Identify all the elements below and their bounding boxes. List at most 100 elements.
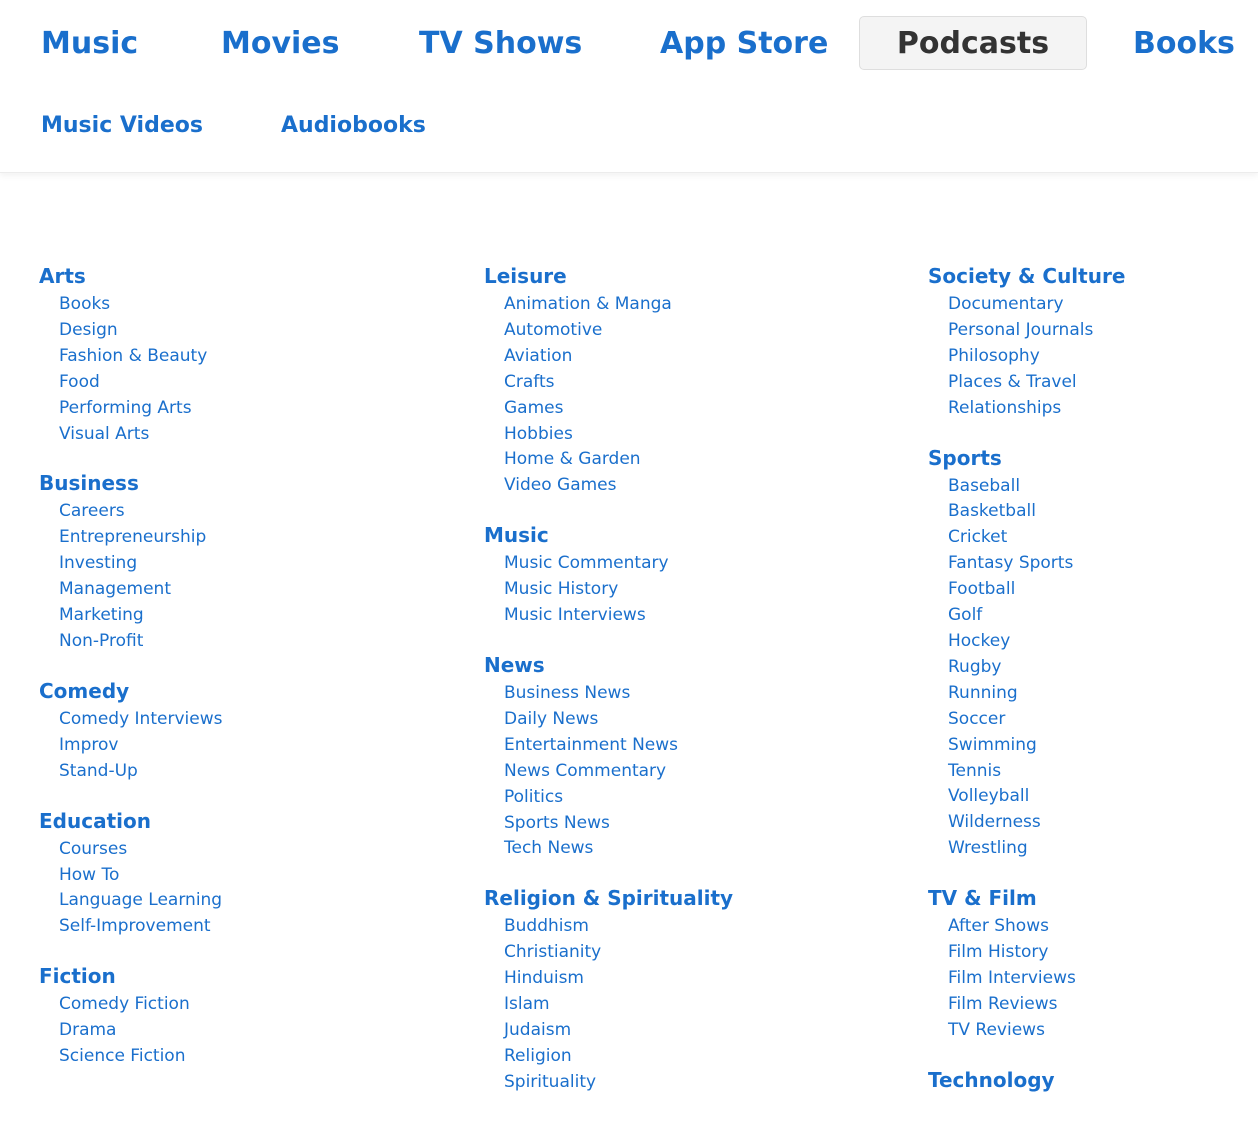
subgenre-link-fantasy-sports[interactable]: Fantasy Sports	[948, 551, 1125, 577]
subgenre-link-aviation[interactable]: Aviation	[504, 344, 733, 370]
subgenre-link-rugby[interactable]: Rugby	[948, 655, 1125, 681]
genre-link-comedy[interactable]: Comedy	[39, 677, 222, 705]
subgenre-link-entertainment-news[interactable]: Entertainment News	[504, 733, 733, 759]
subgenre-link-entrepreneurship[interactable]: Entrepreneurship	[59, 525, 222, 551]
subgenre-link-courses[interactable]: Courses	[59, 837, 222, 863]
subgenre-link-comedy-interviews[interactable]: Comedy Interviews	[59, 707, 222, 733]
subgenre-link-science-fiction[interactable]: Science Fiction	[59, 1044, 222, 1070]
subgenre-link-running[interactable]: Running	[948, 681, 1125, 707]
subgenre-link-politics[interactable]: Politics	[504, 785, 733, 811]
genre-link-music[interactable]: Music	[484, 521, 733, 549]
subgenre-link-improv[interactable]: Improv	[59, 733, 222, 759]
subgenre-link-careers[interactable]: Careers	[59, 499, 222, 525]
subgenre-link-personal-journals[interactable]: Personal Journals	[948, 318, 1125, 344]
nav-tab-music-videos[interactable]: Music Videos	[41, 113, 203, 139]
genre-link-education[interactable]: Education	[39, 807, 222, 835]
subgenre-list: Comedy Interviews Improv Stand-Up	[59, 707, 222, 785]
genre-link-fiction[interactable]: Fiction	[39, 962, 222, 990]
subgenre-link-relationships[interactable]: Relationships	[948, 396, 1125, 422]
subgenre-link-performing-arts[interactable]: Performing Arts	[59, 396, 222, 422]
subgenre-list: Business News Daily News Entertainment New…	[504, 681, 733, 862]
subgenre-link-islam[interactable]: Islam	[504, 992, 733, 1018]
subgenre-link-film-history[interactable]: Film History	[948, 940, 1125, 966]
subgenre-link-tennis[interactable]: Tennis	[948, 759, 1125, 785]
nav-tab-movies[interactable]: Movies	[221, 26, 340, 62]
subgenre-list: Books Design Fashion & Beauty Food Performin…	[59, 292, 222, 447]
genre-link-tv-and-film[interactable]: TV & Film	[928, 884, 1125, 912]
genre-link-sports[interactable]: Sports	[928, 444, 1125, 472]
subgenre-link-spirituality[interactable]: Spirituality	[504, 1070, 733, 1096]
nav-tab-audiobooks[interactable]: Audiobooks	[281, 113, 426, 139]
subgenre-link-tv-reviews[interactable]: TV Reviews	[948, 1018, 1125, 1044]
subgenre-link-music-interviews[interactable]: Music Interviews	[504, 603, 733, 629]
subgenre-link-self-improvement[interactable]: Self-Improvement	[59, 914, 222, 940]
subgenre-link-crafts[interactable]: Crafts	[504, 370, 733, 396]
genre-group-technology: Technology	[928, 1066, 1125, 1094]
genre-link-leisure[interactable]: Leisure	[484, 262, 733, 290]
subgenre-link-business-news[interactable]: Business News	[504, 681, 733, 707]
subgenre-link-non-profit[interactable]: Non-Profit	[59, 629, 222, 655]
subgenre-link-marketing[interactable]: Marketing	[59, 603, 222, 629]
subgenre-link-music-history[interactable]: Music History	[504, 577, 733, 603]
genre-link-business[interactable]: Business	[39, 469, 222, 497]
subgenre-link-books[interactable]: Books	[59, 292, 222, 318]
subgenre-link-tech-news[interactable]: Tech News	[504, 836, 733, 862]
subgenre-link-documentary[interactable]: Documentary	[948, 292, 1125, 318]
subgenre-link-visual-arts[interactable]: Visual Arts	[59, 422, 222, 448]
subgenre-link-philosophy[interactable]: Philosophy	[948, 344, 1125, 370]
subgenre-link-hinduism[interactable]: Hinduism	[504, 966, 733, 992]
subgenre-link-wilderness[interactable]: Wilderness	[948, 810, 1125, 836]
subgenre-link-film-interviews[interactable]: Film Interviews	[948, 966, 1125, 992]
subgenre-link-golf[interactable]: Golf	[948, 603, 1125, 629]
subgenre-link-soccer[interactable]: Soccer	[948, 707, 1125, 733]
subgenre-link-baseball[interactable]: Baseball	[948, 474, 1125, 500]
subgenre-link-language-learning[interactable]: Language Learning	[59, 888, 222, 914]
subgenre-link-daily-news[interactable]: Daily News	[504, 707, 733, 733]
subgenre-link-how-to[interactable]: How To	[59, 863, 222, 889]
genre-link-religion-and-spirituality[interactable]: Religion & Spirituality	[484, 884, 733, 912]
genre-link-society-and-culture[interactable]: Society & Culture	[928, 262, 1125, 290]
subgenre-link-comedy-fiction[interactable]: Comedy Fiction	[59, 992, 222, 1018]
subgenre-link-christianity[interactable]: Christianity	[504, 940, 733, 966]
subgenre-link-places-and-travel[interactable]: Places & Travel	[948, 370, 1125, 396]
subgenre-link-judaism[interactable]: Judaism	[504, 1018, 733, 1044]
subgenre-link-cricket[interactable]: Cricket	[948, 525, 1125, 551]
subgenre-link-hockey[interactable]: Hockey	[948, 629, 1125, 655]
subgenre-link-basketball[interactable]: Basketball	[948, 499, 1125, 525]
nav-tab-books[interactable]: Books	[1133, 26, 1235, 62]
subgenre-link-animation-and-manga[interactable]: Animation & Manga	[504, 292, 733, 318]
subgenre-link-hobbies[interactable]: Hobbies	[504, 422, 733, 448]
subgenre-link-investing[interactable]: Investing	[59, 551, 222, 577]
subgenre-link-football[interactable]: Football	[948, 577, 1125, 603]
subgenre-link-games[interactable]: Games	[504, 396, 733, 422]
subgenre-link-wrestling[interactable]: Wrestling	[948, 836, 1125, 862]
genre-link-technology[interactable]: Technology	[928, 1066, 1125, 1094]
genre-link-news[interactable]: News	[484, 651, 733, 679]
subgenre-link-religion[interactable]: Religion	[504, 1044, 733, 1070]
genre-column-1: Arts Books Design Fashion & Beauty Food Perfo…	[39, 262, 222, 1092]
subgenre-link-food[interactable]: Food	[59, 370, 222, 396]
subgenre-link-film-reviews[interactable]: Film Reviews	[948, 992, 1125, 1018]
subgenre-link-news-commentary[interactable]: News Commentary	[504, 759, 733, 785]
subgenre-link-fashion-and-beauty[interactable]: Fashion & Beauty	[59, 344, 222, 370]
subgenre-link-swimming[interactable]: Swimming	[948, 733, 1125, 759]
subgenre-link-sports-news[interactable]: Sports News	[504, 811, 733, 837]
subgenre-link-home-and-garden[interactable]: Home & Garden	[504, 447, 733, 473]
subgenre-link-design[interactable]: Design	[59, 318, 222, 344]
nav-tab-tv-shows[interactable]: TV Shows	[419, 26, 582, 62]
subgenre-link-buddhism[interactable]: Buddhism	[504, 914, 733, 940]
nav-tab-podcasts[interactable]: Podcasts	[859, 16, 1087, 70]
nav-tab-app-store[interactable]: App Store	[660, 26, 828, 62]
genre-group-arts: Arts Books Design Fashion & Beauty Food Perfo…	[39, 262, 222, 447]
subgenre-link-music-commentary[interactable]: Music Commentary	[504, 551, 733, 577]
subgenre-list: Music Commentary Music History Music Inter…	[504, 551, 733, 629]
nav-tab-music[interactable]: Music	[41, 26, 138, 62]
subgenre-link-management[interactable]: Management	[59, 577, 222, 603]
subgenre-link-stand-up[interactable]: Stand-Up	[59, 759, 222, 785]
subgenre-link-volleyball[interactable]: Volleyball	[948, 784, 1125, 810]
subgenre-link-drama[interactable]: Drama	[59, 1018, 222, 1044]
subgenre-link-after-shows[interactable]: After Shows	[948, 914, 1125, 940]
subgenre-link-automotive[interactable]: Automotive	[504, 318, 733, 344]
subgenre-link-video-games[interactable]: Video Games	[504, 473, 733, 499]
genre-link-arts[interactable]: Arts	[39, 262, 222, 290]
